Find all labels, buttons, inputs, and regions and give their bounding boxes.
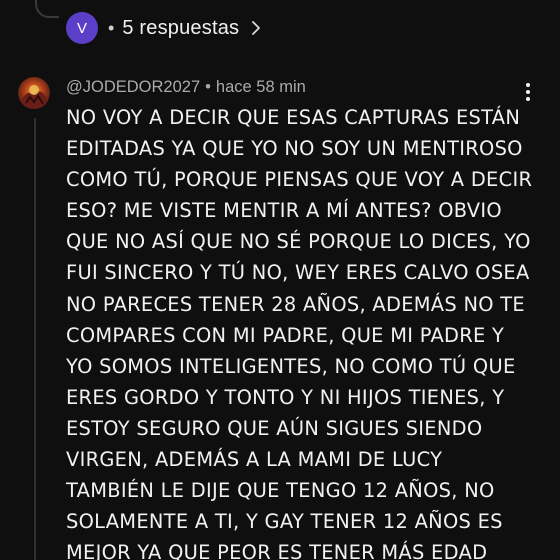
comment-header: @JODEDOR2027 • hace 58 min [66,78,306,97]
comment-timestamp[interactable]: hace 58 min [216,78,306,97]
reply-avatar-letter: V [76,19,87,37]
view-replies-button[interactable]: V • 5 respuestas [66,11,261,45]
replies-dot: • [108,17,115,38]
comments-thread: V • 5 respuestas @JODEDOR2027 • hace 58 … [0,0,560,560]
avatar-image [18,77,50,109]
comment-author[interactable]: @JODEDOR2027 [66,78,200,97]
avatar[interactable] [18,77,50,109]
replies-count-label: 5 respuestas [122,16,240,39]
chevron-right-icon [252,21,261,35]
thread-line [34,118,36,560]
thread-connector [35,0,59,18]
more-vert-icon[interactable] [520,80,536,104]
header-separator: • [205,78,211,96]
comment-text: NO VOY A DECIR QUE ESAS CAPTURAS ESTÁN E… [66,106,533,560]
reply-avatar: V [66,12,98,44]
